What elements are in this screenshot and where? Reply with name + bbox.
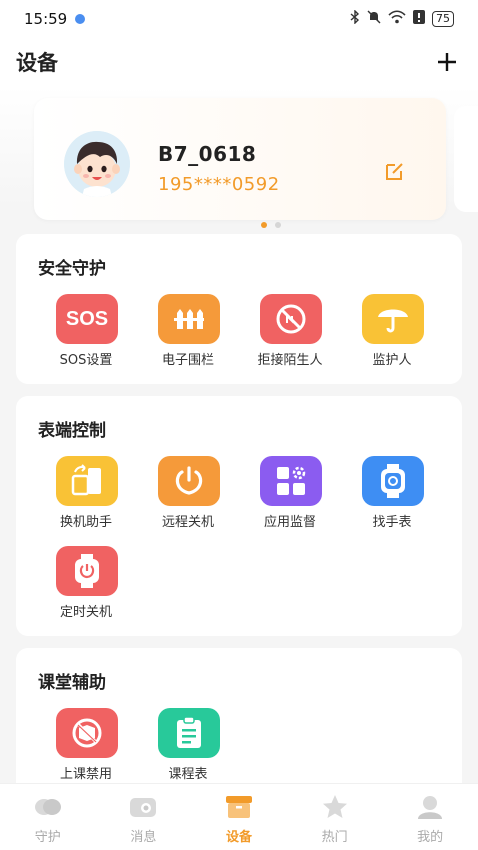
class-disable-tile[interactable]: 上课禁用 xyxy=(36,708,136,783)
carousel-indicator xyxy=(261,222,281,228)
umbrella-icon xyxy=(362,294,424,344)
timed-shutdown-tile[interactable]: 定时关机 xyxy=(36,546,136,626)
sos-settings-tile[interactable]: SOS SOS设置 xyxy=(36,294,136,374)
bluetooth-icon xyxy=(350,9,360,28)
hot-icon xyxy=(320,794,350,820)
app-monitor-tile[interactable]: 应用监督 xyxy=(240,456,340,536)
block-stranger-tile[interactable]: 拒接陌生人 xyxy=(240,294,340,374)
child-avatar xyxy=(64,131,130,197)
device-content[interactable]: B7_0618 195****0592 安全守护 SOS SOS设置 电子围栏 xyxy=(0,86,478,783)
tile-label: 拒接陌生人 xyxy=(257,353,323,368)
classroom-section: 课堂辅助 上课禁用 课程表 xyxy=(16,648,462,783)
device-phone: 195****0592 xyxy=(158,174,280,195)
tab-hot[interactable]: 热门 xyxy=(287,784,383,850)
status-bar: 15:59 75 xyxy=(0,0,478,38)
switch-device-icon xyxy=(56,456,118,506)
power-icon xyxy=(158,456,220,506)
sos-glyph: SOS xyxy=(65,307,109,330)
tile-label: 换机助手 xyxy=(59,515,112,530)
tab-profile[interactable]: 我的 xyxy=(382,784,478,850)
find-watch-icon xyxy=(362,456,424,506)
tab-guard[interactable]: 守护 xyxy=(0,784,96,850)
fence-icon xyxy=(158,294,220,344)
tab-device[interactable]: 设备 xyxy=(191,784,287,850)
schedule-icon xyxy=(158,708,220,758)
app-header: 设备 xyxy=(0,38,478,86)
timed-shutdown-icon xyxy=(56,546,118,596)
battery-level: 75 xyxy=(432,11,454,27)
wifi-icon xyxy=(388,10,406,28)
tab-label: 我的 xyxy=(417,830,444,845)
status-icons: 75 xyxy=(350,9,454,28)
tab-label: 设备 xyxy=(225,830,252,845)
carousel-dot xyxy=(261,222,267,228)
fence-tile[interactable]: 电子围栏 xyxy=(138,294,238,374)
switch-device-tile[interactable]: 换机助手 xyxy=(36,456,136,536)
schedule-tile[interactable]: 课程表 xyxy=(138,708,238,783)
profile-icon xyxy=(415,794,445,820)
safety-section: 安全守护 SOS SOS设置 电子围栏 拒接陌生人 监护人 xyxy=(16,234,462,384)
notification-dot-icon xyxy=(75,14,86,24)
edit-icon[interactable] xyxy=(384,160,406,182)
control-section: 表端控制 换机助手 远程关机 应用监督 找手表 定时关机 xyxy=(16,396,462,636)
app-monitor-icon xyxy=(260,456,322,506)
tile-label: 课程表 xyxy=(168,767,208,782)
remote-shutdown-tile[interactable]: 远程关机 xyxy=(138,456,238,536)
guardian-tile[interactable]: 监护人 xyxy=(342,294,442,374)
tile-label: 电子围栏 xyxy=(161,353,214,368)
next-device-card[interactable] xyxy=(454,106,478,212)
block-stranger-icon xyxy=(260,294,322,344)
carousel-dot xyxy=(275,222,281,228)
add-device-button[interactable] xyxy=(432,47,462,77)
tab-label: 守护 xyxy=(34,830,61,845)
tile-label: SOS设置 xyxy=(59,353,113,368)
tile-label: 上课禁用 xyxy=(59,767,112,782)
section-title: 课堂辅助 xyxy=(38,673,106,693)
message-icon xyxy=(128,794,158,820)
plus-icon xyxy=(438,53,456,71)
tile-label: 应用监督 xyxy=(263,515,316,530)
section-title: 表端控制 xyxy=(38,421,106,441)
tile-label: 远程关机 xyxy=(161,515,214,530)
guard-icon xyxy=(33,794,63,820)
alert-icon xyxy=(413,10,425,28)
mute-icon xyxy=(367,10,381,28)
device-card[interactable]: B7_0618 195****0592 xyxy=(34,98,446,228)
find-watch-tile[interactable]: 找手表 xyxy=(342,456,442,536)
sos-icon: SOS xyxy=(56,294,118,344)
tile-label: 定时关机 xyxy=(59,605,112,620)
page-title: 设备 xyxy=(16,51,58,75)
device-icon xyxy=(224,794,254,820)
section-title: 安全守护 xyxy=(38,259,106,279)
status-time: 15:59 xyxy=(24,10,68,28)
tile-label: 找手表 xyxy=(372,515,412,530)
tab-label: 消息 xyxy=(130,830,157,845)
tab-message[interactable]: 消息 xyxy=(96,784,192,850)
class-disable-icon xyxy=(56,708,118,758)
tile-label: 监护人 xyxy=(372,353,412,368)
tab-label: 热门 xyxy=(321,830,348,845)
bottom-tab-bar: 守护 消息 设备 热门 我的 xyxy=(0,783,478,850)
device-name: B7_0618 xyxy=(158,142,257,166)
